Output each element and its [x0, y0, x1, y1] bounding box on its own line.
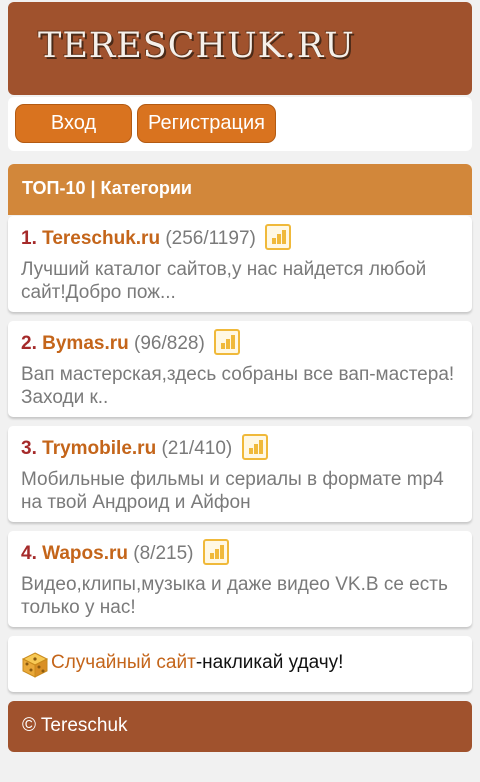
auth-bar: Вход Регистрация [8, 97, 472, 151]
list-item: 2. Bymas.ru (96/828) Вап мастерская,здес… [8, 321, 472, 417]
list-item: 3. Trymobile.ru (21/410) Мобильные фильм… [8, 426, 472, 522]
login-button[interactable]: Вход [15, 104, 132, 143]
site-stats: (256/1197) [165, 228, 256, 249]
site-rank: 3. [21, 438, 37, 459]
site-footer: © Tereschuk [8, 701, 472, 752]
site-rank: 2. [21, 333, 37, 354]
stats-chart-icon[interactable] [214, 328, 241, 355]
site-logo[interactable]: TERESCHUK.RU [38, 26, 355, 66]
random-site-link[interactable]: Случайный сайт [51, 652, 196, 673]
site-header: TERESCHUK.RU [8, 2, 472, 95]
stats-chart-icon[interactable] [202, 538, 229, 565]
section-title[interactable]: ТОП-10 | Категории [8, 164, 472, 215]
register-button[interactable]: Регистрация [137, 104, 276, 143]
site-link[interactable]: Trymobile.ru [42, 438, 156, 459]
site-link[interactable]: Tereschuk.ru [42, 228, 160, 249]
site-link[interactable]: Bymas.ru [42, 333, 129, 354]
site-description: Видео,клипы,музыка и даже видео VK.В се … [21, 574, 448, 618]
site-stats: (8/215) [133, 543, 194, 564]
stats-chart-icon[interactable] [241, 433, 268, 460]
dice-icon [21, 647, 49, 678]
site-rank: 4. [21, 543, 37, 564]
copyright-text: © Tereschuk [22, 715, 128, 736]
site-link[interactable]: Wapos.ru [42, 543, 128, 564]
site-stats: (96/828) [134, 333, 205, 354]
random-site-block: Случайный сайт-накликай удачу! [8, 636, 472, 692]
stats-chart-icon[interactable] [265, 223, 292, 250]
site-description: Лучший каталог сайтов,у нас найдется люб… [21, 259, 427, 303]
list-item: 1. Tereschuk.ru (256/1197) Лучший катало… [8, 216, 472, 312]
site-description: Вап мастерская,здесь собраны все вап-мас… [21, 364, 455, 408]
site-description: Мобильные фильмы и сериалы в формате mp4… [21, 469, 444, 513]
list-item: 4. Wapos.ru (8/215) Видео,клипы,музыка и… [8, 531, 472, 627]
site-rank: 1. [21, 228, 37, 249]
random-site-tagline: -накликай удачу! [195, 652, 344, 673]
site-stats: (21/410) [161, 438, 233, 459]
